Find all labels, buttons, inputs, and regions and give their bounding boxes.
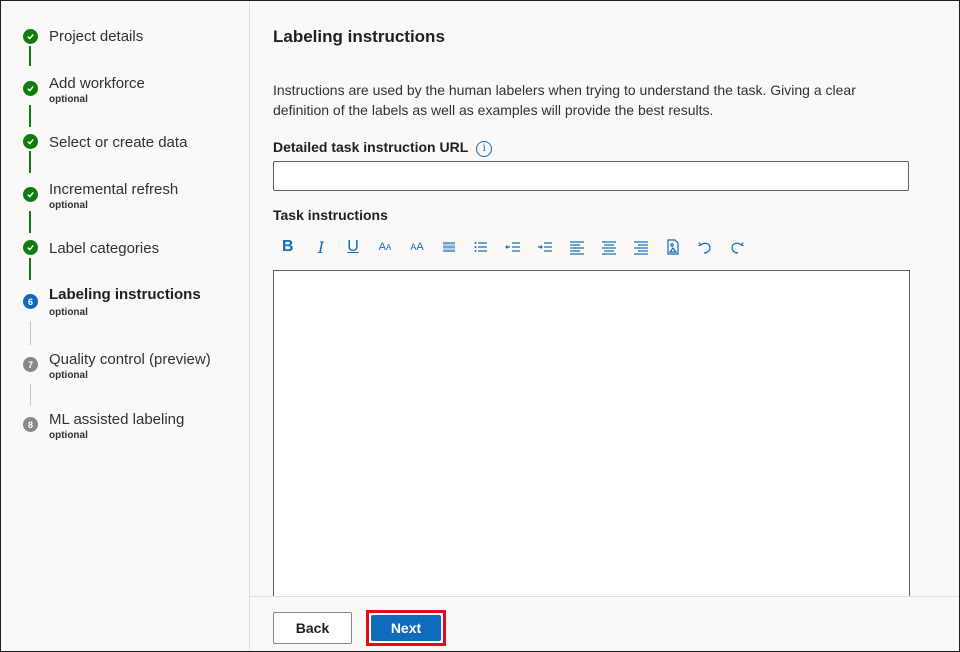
underline-icon[interactable]: U (337, 235, 369, 259)
increase-indent-icon[interactable] (529, 235, 561, 259)
step-connector (29, 151, 31, 173)
decrease-indent-icon[interactable] (497, 235, 529, 259)
step-optional-label: optional (49, 370, 88, 381)
stepper-sidebar: Project details Add workforce optional S… (1, 1, 250, 651)
align-left-icon[interactable] (561, 235, 593, 259)
step-number-badge: 7 (23, 357, 38, 372)
step-optional-label: optional (49, 94, 88, 105)
step-connector (29, 258, 31, 280)
step-label: Add workforce (49, 75, 145, 92)
step-label: ML assisted labeling (49, 411, 185, 428)
step-label: Quality control (preview) (49, 351, 211, 368)
task-instructions-editor[interactable] (273, 270, 910, 610)
numbered-list-icon[interactable] (465, 235, 497, 259)
step-connector (29, 211, 31, 233)
step-optional-label: optional (49, 307, 88, 318)
step-optional-label: optional (49, 430, 88, 441)
step-label: Label categories (49, 240, 160, 257)
instruction-url-input[interactable] (273, 161, 909, 191)
wizard-window: Project details Add workforce optional S… (0, 0, 960, 652)
main-panel: Labeling instructions Instructions are u… (250, 1, 959, 651)
step-connector (30, 321, 31, 345)
checkmark-icon (23, 187, 38, 202)
url-label-text: Detailed task instruction URL (273, 139, 469, 155)
checkmark-icon (23, 240, 38, 255)
step-label: Select or create data (49, 134, 188, 151)
back-button[interactable]: Back (273, 612, 352, 644)
url-field-label: Detailed task instruction URL i (273, 139, 493, 157)
step-label: Labeling instructions (49, 286, 201, 303)
info-icon[interactable]: i (476, 141, 493, 157)
align-right-icon[interactable] (625, 235, 657, 259)
wizard-footer: Back Next (250, 596, 959, 651)
step-number-badge: 8 (23, 417, 38, 432)
step-number-badge: 6 (23, 294, 38, 309)
insert-image-icon[interactable] (657, 235, 689, 259)
step-connector (30, 384, 31, 406)
step-label: Incremental refresh (49, 181, 179, 198)
italic-icon[interactable]: I (305, 235, 337, 259)
font-size-decrease-icon[interactable]: AA (369, 235, 401, 259)
redo-icon[interactable] (721, 235, 753, 259)
checkmark-icon (23, 134, 38, 149)
bold-icon[interactable]: B (273, 235, 305, 259)
page-title: Labeling instructions (273, 27, 445, 46)
next-button[interactable]: Next (371, 615, 441, 641)
editor-toolbar: B I U AA AA (273, 235, 753, 259)
align-center-icon[interactable] (593, 235, 625, 259)
step-optional-label: optional (49, 200, 88, 211)
step-connector (29, 46, 31, 66)
page-description: Instructions are used by the human label… (273, 82, 856, 118)
font-size-increase-icon[interactable]: AA (401, 235, 433, 259)
step-label: Project details (49, 28, 144, 45)
checkmark-icon (23, 81, 38, 96)
step-connector (29, 105, 31, 127)
task-instructions-label: Task instructions (273, 207, 388, 223)
checkmark-icon (23, 29, 38, 44)
undo-icon[interactable] (689, 235, 721, 259)
bulleted-list-icon[interactable] (433, 235, 465, 259)
